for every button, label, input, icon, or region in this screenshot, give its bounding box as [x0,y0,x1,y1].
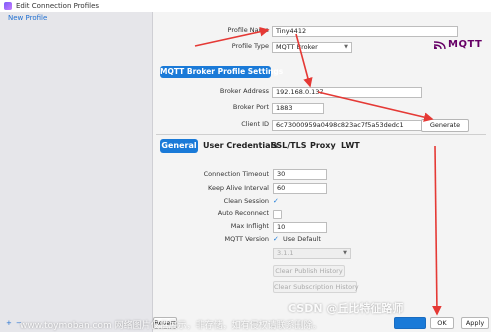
profile-type-label: Profile Type [231,42,269,50]
connection-timeout-input[interactable]: 30 [273,169,327,180]
profiles-sidebar [0,12,153,332]
keep-alive-label: Keep Alive Interval [208,184,269,192]
mqtt-version-label: MQTT Version [224,235,269,243]
clear-subscription-history-button: Clear Subscription History [273,281,359,293]
mqtt-version-select: 3.1.1 ▼ [273,248,351,259]
clean-session-checkbox[interactable]: ✓ [273,196,279,207]
tab-lwt[interactable]: LWT [341,139,360,153]
chevron-down-icon: ▼ [343,250,347,256]
broker-address-label: Broker Address [219,87,269,95]
max-inflight-label: Max Inflight [230,222,269,230]
chevron-down-icon: ▼ [344,44,348,50]
broker-settings-header: MQTT Broker Profile Settings [160,66,284,78]
add-profile-button[interactable]: + [6,319,12,327]
keep-alive-input[interactable]: 60 [273,183,327,194]
client-id-label: Client ID [241,120,269,128]
toymoban-watermark: www.toymoban.com 网络图片仅供展示，非存储，如有侵权请联系删除。 [20,321,322,331]
broker-address-input[interactable]: 192.168.0.137 [272,87,422,98]
tab-proxy[interactable]: Proxy [310,139,336,153]
client-id-input[interactable]: 6c73000959a0498c823ac7f5a53dedc1 [272,120,422,131]
ok-button[interactable]: OK [430,317,454,329]
clear-publish-history-button: Clear Publish History [273,265,345,277]
tab-ssl-tls[interactable]: SSL/TLS [271,139,307,153]
use-default-label: Use Default [283,235,321,243]
auto-reconnect-label: Auto Reconnect [217,209,269,217]
window-title: Edit Connection Profiles [16,2,100,10]
generate-client-id-button[interactable]: Generate [421,119,469,132]
clean-session-label: Clean Session [223,197,269,205]
use-default-checkbox[interactable]: ✓ [273,234,279,245]
profile-type-value: MQTT Broker [276,43,318,51]
csdn-watermark: CSDN @丘比特征路师 [288,302,404,315]
section-divider [156,134,486,135]
broker-port-input[interactable]: 1883 [272,103,324,114]
tab-user-credentials[interactable]: User Credentials [203,139,278,153]
profile-type-select[interactable]: MQTT Broker ▼ [272,42,352,53]
max-inflight-input[interactable]: 10 [273,222,327,233]
profile-name-input[interactable]: Tiny4412 [272,26,458,37]
sidebar-item-new-profile[interactable]: New Profile [2,13,150,23]
broker-port-label: Broker Port [232,103,269,111]
apply-button[interactable]: Apply [461,317,489,329]
app-icon [4,2,12,10]
tab-general[interactable]: General [160,139,198,153]
mqtt-version-value: 3.1.1 [277,249,294,257]
profile-name-label: Profile Name [227,26,269,34]
mqtt-logo-text: MQTT [448,39,483,50]
auto-reconnect-checkbox[interactable] [273,210,282,219]
connection-timeout-label: Connection Timeout [203,170,269,178]
cancel-button-obscured[interactable] [394,317,426,329]
mqtt-logo-icon [433,41,446,50]
